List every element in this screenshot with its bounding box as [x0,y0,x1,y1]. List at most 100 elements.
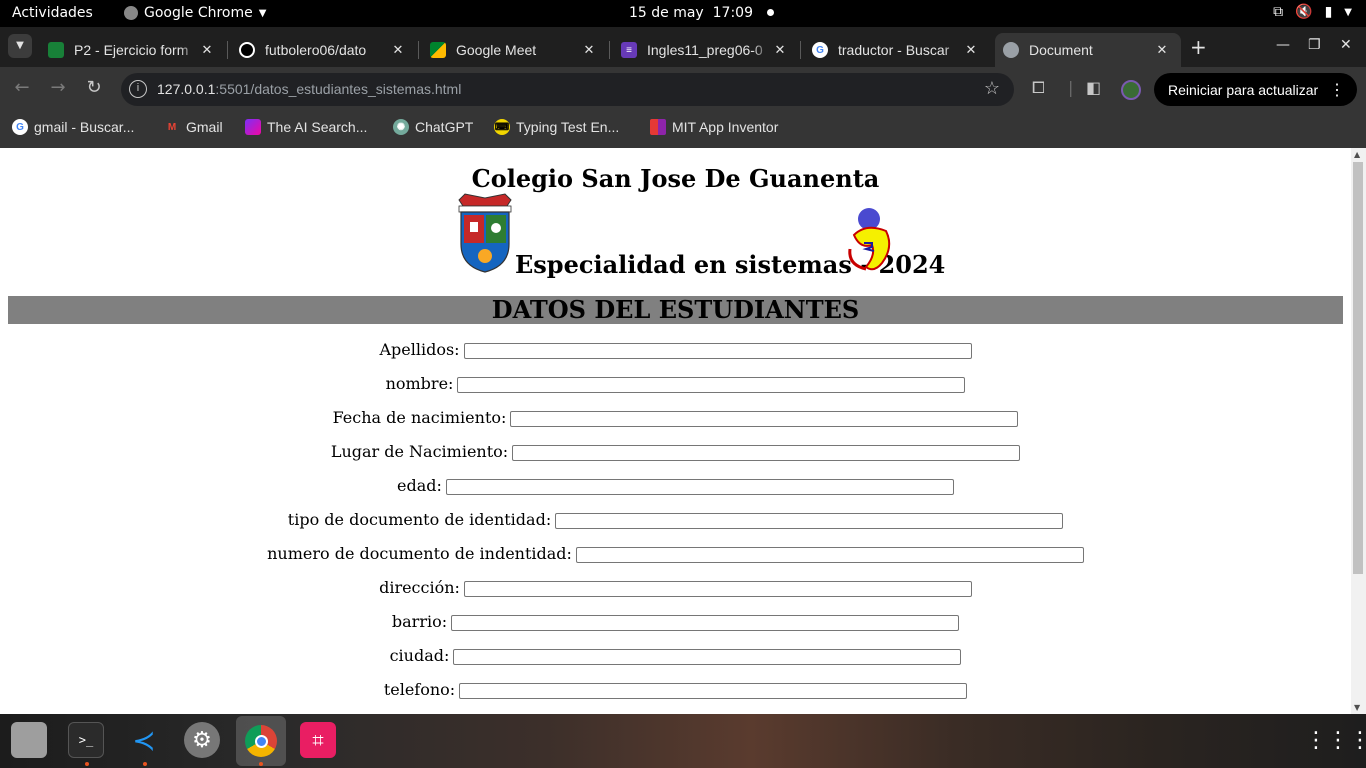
close-icon[interactable]: ✕ [580,42,598,58]
system-tray[interactable]: ⧉ 🔇 ▮ ▼ [1273,4,1352,20]
tab-traductor[interactable]: G traductor - Buscar ✕ [804,33,990,67]
nombre-input[interactable] [457,376,966,393]
volume-muted-icon: 🔇 [1295,4,1313,20]
tab-separator [609,41,610,59]
school-shield-logo [458,193,512,273]
extensions-puzzle-icon[interactable]: ⧠ [1032,78,1045,98]
tab-separator [418,41,419,59]
google-icon: G [12,119,28,135]
settings-gear-icon[interactable]: ⚙ [184,722,220,758]
running-indicator [85,762,89,766]
screenshot-crop-icon[interactable]: ⌗ [300,722,336,758]
field-ciudad: ciudad: [0,646,1351,665]
edad-input[interactable] [445,478,954,495]
bookmark-label: Gmail [186,119,223,135]
field-label: numero de documento de indentidad: [267,544,572,563]
typing-test-icon: ⌨ [494,119,510,135]
tab-google-meet[interactable]: Google Meet ✕ [422,33,608,67]
chevron-down-icon: ▼ [16,40,24,51]
scrollbar-thumb[interactable] [1353,162,1363,574]
clock[interactable]: 15 de may 17:09 [629,5,774,21]
tab-search-button[interactable]: ▼ [8,34,32,58]
apellidos-input[interactable] [463,342,972,359]
tab-title: P2 - Ejercicio form [74,42,189,58]
numero-documento-input[interactable] [575,546,1084,563]
files-app-icon[interactable] [11,722,47,758]
reload-icon[interactable]: ↻ [82,77,106,98]
ciudad-input[interactable] [453,648,962,665]
field-edad: edad: [0,476,1351,495]
side-panel-icon[interactable]: ◧ [1086,78,1101,97]
bookmarks-bar: G gmail - Buscar... M Gmail The AI Searc… [0,111,1366,148]
google-classroom-icon [48,42,64,58]
direccion-input[interactable] [463,580,972,597]
taskbar-dock: >_ ≺ ⚙ ⌗ ⋮⋮⋮ [0,714,1366,768]
bookmark-star-icon[interactable]: ☆ [984,78,1000,99]
time-label: 17:09 [712,5,753,21]
bookmark-label: The AI Search... [267,119,368,135]
browser-toolbar: ← → ↻ i 127.0.0.1:5501/datos_estudiantes… [0,67,1366,111]
school-title: Colegio San Jose De Guanenta [471,164,880,193]
tab-title: Google Meet [456,42,537,58]
bookmark-typing-test[interactable]: ⌨ Typing Test En... [494,119,619,135]
app-menu[interactable]: Google Chrome ▼ [124,5,266,21]
new-tab-button[interactable]: + [1190,35,1207,59]
tab-title: Ingles11_preg06-0 [647,42,763,58]
notification-dot-icon [766,9,774,16]
power-menu-icon: ▼ [1344,6,1352,18]
chevron-down-icon: ▼ [258,7,267,19]
fecha-nacimiento-input[interactable] [510,410,1019,427]
tab-document[interactable]: Document ✕ [995,33,1181,67]
minimize-icon[interactable]: — [1276,37,1290,53]
globe-icon [1003,42,1019,58]
forward-arrow-icon[interactable]: → [46,77,70,98]
toolbar-divider: | [1068,78,1074,97]
field-label: ciudad: [389,646,450,665]
site-info-icon[interactable]: i [129,80,147,98]
tab-github[interactable]: futbolero06/dato ✕ [231,33,417,67]
telefono-input[interactable] [459,682,968,699]
show-apps-grid-icon[interactable]: ⋮⋮⋮ [1305,722,1366,758]
vscode-icon[interactable]: ≺ [126,722,162,758]
bookmark-gmail[interactable]: M Gmail [164,119,223,135]
back-arrow-icon[interactable]: ← [10,77,34,98]
bookmark-mit-app-inventor[interactable]: MIT App Inventor [650,119,778,135]
tab-ingles11[interactable]: ≡ Ingles11_preg06-0 ✕ [613,33,799,67]
bookmark-label: gmail - Buscar... [34,119,135,135]
scroll-down-icon[interactable]: ▼ [1354,703,1360,712]
close-window-icon[interactable]: ✕ [1340,37,1352,53]
app-inventor-icon [650,119,666,135]
field-label: Lugar de Nacimiento: [330,442,509,461]
close-icon[interactable]: ✕ [771,42,789,58]
gmail-icon: M [167,121,177,133]
running-indicator [143,762,147,766]
tab-separator [227,41,228,59]
bookmark-ai-search[interactable]: The AI Search... [245,119,367,135]
activities-button[interactable]: Actividades [12,5,93,21]
tab-strip: ▼ P2 - Ejercicio form ✕ futbolero06/dato… [0,27,1366,67]
lugar-nacimiento-input[interactable] [512,444,1021,461]
tipo-documento-input[interactable] [555,512,1064,529]
profile-avatar[interactable] [1121,80,1141,100]
bookmark-chatgpt[interactable]: ✺ ChatGPT [393,119,473,135]
tab-title: Document [1029,42,1093,58]
close-icon[interactable]: ✕ [962,42,980,58]
scroll-up-icon[interactable]: ▲ [1354,150,1360,159]
vertical-scrollbar[interactable]: ▲ ▼ [1351,148,1366,714]
update-button[interactable]: Reiniciar para actualizar ⋮ [1154,73,1357,106]
address-bar[interactable]: i 127.0.0.1:5501/datos_estudiantes_siste… [121,73,1014,106]
bookmark-gmail-buscar[interactable]: G gmail - Buscar... [12,119,134,135]
barrio-input[interactable] [451,614,960,631]
chrome-dock-icon[interactable] [236,716,286,766]
close-icon[interactable]: ✕ [198,42,216,58]
close-icon[interactable]: ✕ [1153,42,1171,58]
kebab-menu-icon[interactable]: ⋮ [1329,80,1345,100]
google-icon: G [812,42,828,58]
tab-p2-ejercicio[interactable]: P2 - Ejercicio form ✕ [40,33,226,67]
maximize-icon[interactable]: ❐ [1308,37,1321,53]
field-label: edad: [397,476,442,495]
terminal-icon[interactable]: >_ [68,722,104,758]
tab-separator [800,41,801,59]
url-text[interactable]: 127.0.0.1:5501/datos_estudiantes_sistema… [157,81,461,97]
close-icon[interactable]: ✕ [389,42,407,58]
